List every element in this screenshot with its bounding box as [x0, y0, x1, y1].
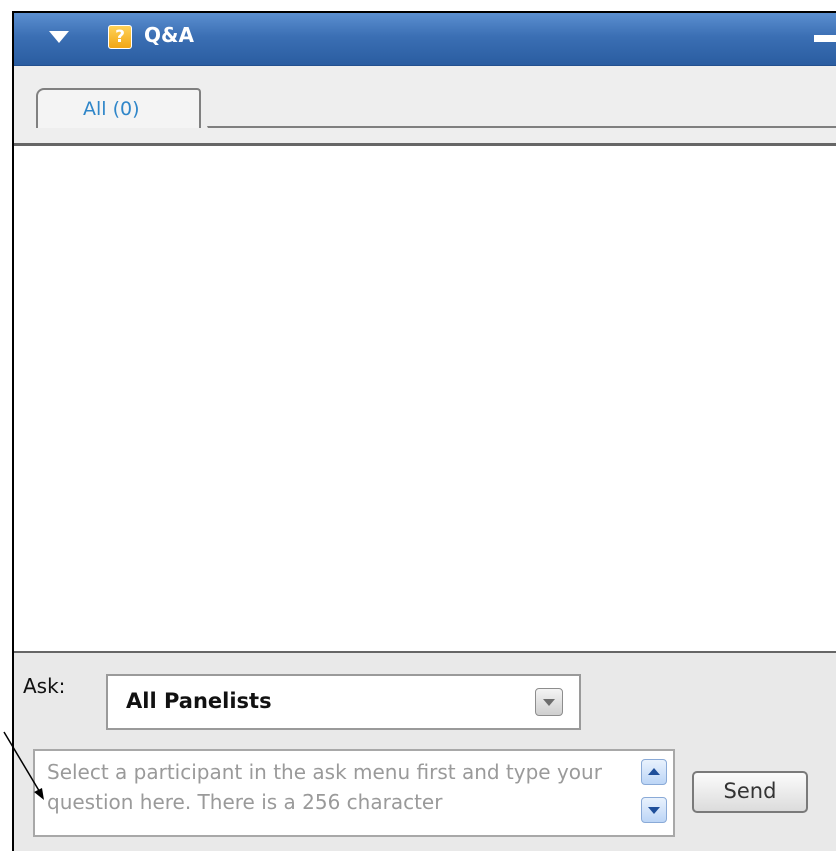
question-placeholder: Select a participant in the ask menu fir…: [47, 760, 602, 814]
ask-dropdown[interactable]: All Panelists: [106, 674, 581, 730]
tab-all[interactable]: All (0): [36, 88, 201, 128]
annotation-arrow: [3, 731, 44, 800]
scroll-down-icon[interactable]: [641, 797, 667, 823]
tab-all-label: All (0): [83, 98, 140, 120]
minimize-icon[interactable]: [814, 35, 836, 42]
question-input[interactable]: Select a participant in the ask menu fir…: [33, 749, 675, 837]
scroll-up-icon[interactable]: [641, 759, 667, 785]
question-list: [14, 143, 836, 653]
triangle-down-icon[interactable]: [49, 31, 69, 43]
panel-title: Q&A: [144, 23, 194, 47]
ask-selected-value: All Panelists: [126, 689, 272, 713]
help-icon: ?: [108, 25, 132, 49]
tab-strip: All (0): [14, 66, 836, 143]
send-button[interactable]: Send: [692, 771, 808, 813]
ask-label: Ask:: [23, 674, 66, 698]
chevron-down-icon[interactable]: [535, 688, 563, 716]
qa-titlebar: ? Q&A: [14, 13, 836, 66]
tab-divider: [199, 126, 836, 128]
